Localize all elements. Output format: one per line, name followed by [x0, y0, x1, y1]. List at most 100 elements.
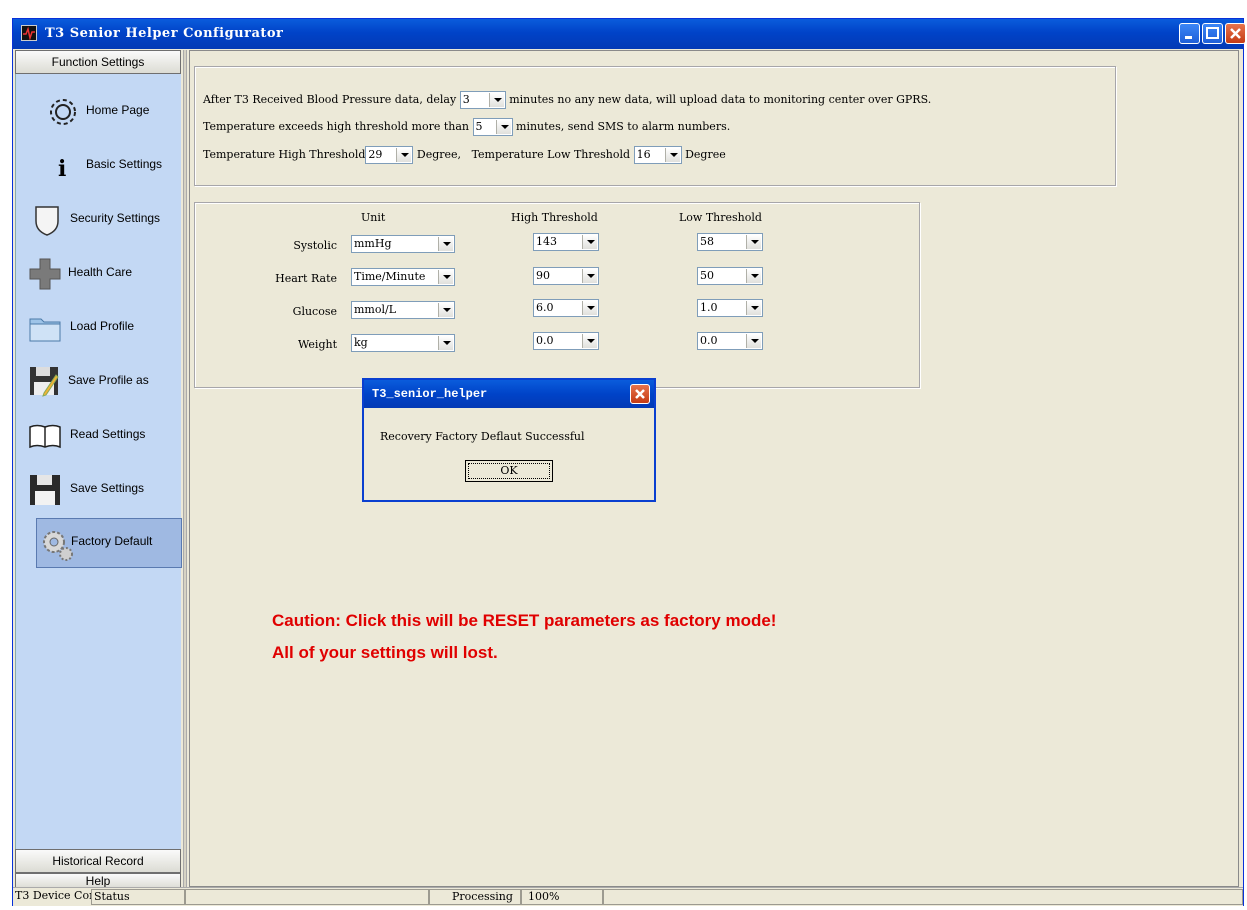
temp-high-select[interactable]: 29 [365, 146, 414, 164]
glucose-high-value: 6.0 [536, 301, 554, 314]
sidebar-item-factory-default[interactable]: Factory Default [36, 518, 182, 568]
heart-rate-low-value: 50 [700, 269, 714, 282]
dialog-title: T3_senior_helper [372, 387, 488, 401]
maximize-button[interactable] [1202, 23, 1223, 44]
chevron-down-icon[interactable] [438, 270, 453, 284]
weight-high-select[interactable]: 0.0 [533, 332, 599, 350]
sidebar-splitter[interactable] [183, 50, 187, 887]
dialog-message: Recovery Factory Deflaut Successful [380, 430, 585, 443]
temp-high-unit: Degree, [416, 148, 462, 161]
sidebar-item-save-profile-as[interactable]: Save Profile as [16, 356, 182, 406]
close-icon [635, 389, 645, 399]
close-button[interactable] [1225, 23, 1246, 44]
delay-value: 3 [462, 93, 470, 106]
status-label: Status [91, 889, 185, 905]
heart-rate-label: Heart Rate [275, 272, 337, 285]
chevron-down-icon[interactable] [746, 235, 761, 249]
ok-button[interactable]: OK [465, 460, 553, 482]
systolic-low-select[interactable]: 58 [697, 233, 763, 251]
minimize-button[interactable] [1179, 23, 1200, 44]
temp-minutes-select[interactable]: 5 [472, 118, 513, 136]
glucose-high-select[interactable]: 6.0 [533, 299, 599, 317]
sidebar-item-home-page[interactable]: Home Page [16, 86, 182, 136]
heart-rate-high-select[interactable]: 90 [533, 267, 599, 285]
shield-icon [35, 206, 59, 236]
chevron-down-icon[interactable] [664, 148, 680, 162]
status-bar: T3 Device Con Status Processing 100% [13, 887, 1243, 906]
sidebar-item-security-settings[interactable]: Security Settings [16, 194, 182, 244]
temp-low-unit: Degree [685, 148, 726, 161]
folder-icon [29, 318, 61, 342]
title-bar[interactable]: T3 Senior Helper Configurator [13, 19, 1246, 49]
systolic-label: Systolic [293, 239, 337, 252]
systolic-unit-select[interactable]: mmHg [351, 235, 455, 253]
glucose-low-value: 1.0 [700, 301, 718, 314]
glucose-unit-value: mmol/L [354, 303, 397, 316]
chevron-down-icon[interactable] [488, 93, 504, 107]
temp-minutes-label: Temperature exceeds high threshold more … [203, 120, 470, 133]
chevron-down-icon[interactable] [746, 301, 761, 315]
sidebar-item-label: Basic Settings [86, 157, 163, 171]
heart-rate-unit-value: Time/Minute [354, 270, 426, 283]
sidebar-item-label: Save Profile as [68, 373, 149, 387]
sidebar-item-label: Factory Default [71, 534, 153, 548]
high-threshold-header: High Threshold [511, 211, 598, 224]
chevron-down-icon[interactable] [582, 269, 597, 283]
info-icon: i [58, 156, 66, 182]
chevron-down-icon[interactable] [582, 301, 597, 315]
temp-high-label: Temperature High Threshold [203, 148, 366, 161]
status-message [185, 889, 429, 905]
glucose-low-select[interactable]: 1.0 [697, 299, 763, 317]
gears-icon [50, 99, 76, 125]
gears-reset-icon [43, 531, 73, 561]
function-settings-header[interactable]: Function Settings [15, 50, 181, 74]
caution-line-1: Caution: Click this will be RESET parame… [272, 611, 777, 630]
chevron-down-icon[interactable] [438, 303, 453, 317]
caution-line-2: All of your settings will lost. [272, 643, 498, 662]
temp-high-value: 29 [368, 148, 383, 161]
app-heartbeat-icon [21, 25, 37, 41]
systolic-low-value: 58 [700, 235, 714, 248]
sidebar-item-read-settings[interactable]: Read Settings [16, 410, 182, 460]
chevron-down-icon[interactable] [582, 235, 597, 249]
systolic-unit-value: mmHg [354, 237, 392, 250]
delay-row: After T3 Received Blood Pressure data, d… [203, 91, 931, 109]
sidebar-item-label: Security Settings [70, 211, 161, 225]
temp-low-value: 16 [636, 148, 651, 161]
chevron-down-icon[interactable] [396, 148, 412, 162]
weight-label: Weight [298, 338, 337, 351]
heart-rate-unit-select[interactable]: Time/Minute [351, 268, 455, 286]
floppy-disk-icon [30, 475, 60, 505]
sidebar-item-basic-settings[interactable]: i Basic Settings [16, 140, 182, 190]
heart-rate-low-select[interactable]: 50 [697, 267, 763, 285]
chevron-down-icon[interactable] [438, 237, 453, 251]
delay-select[interactable]: 3 [459, 91, 506, 109]
weight-unit-select[interactable]: kg [351, 334, 455, 352]
chevron-down-icon[interactable] [582, 334, 597, 348]
sidebar-item-health-care[interactable]: Health Care [16, 248, 182, 298]
sidebar-list: Home Page i Basic Settings Security Sett… [15, 74, 182, 849]
chevron-down-icon[interactable] [746, 269, 761, 283]
glucose-unit-select[interactable]: mmol/L [351, 301, 455, 319]
gprs-settings-group: After T3 Received Blood Pressure data, d… [194, 66, 1116, 186]
delay-suffix: minutes no any new data, will upload dat… [509, 93, 932, 106]
temp-minutes-value: 5 [475, 120, 483, 133]
sidebar-item-load-profile[interactable]: Load Profile [16, 302, 182, 352]
temp-low-select[interactable]: 16 [633, 146, 682, 164]
weight-low-value: 0.0 [700, 334, 718, 347]
sidebar-item-label: Read Settings [70, 427, 146, 441]
progress-percent: 100% [521, 889, 603, 905]
weight-high-value: 0.0 [536, 334, 554, 347]
delay-label: After T3 Received Blood Pressure data, d… [203, 93, 457, 106]
sidebar: Function Settings Home Page i Basic Sett… [15, 50, 182, 889]
glucose-label: Glucose [292, 305, 337, 318]
chevron-down-icon[interactable] [438, 336, 453, 350]
systolic-high-select[interactable]: 143 [533, 233, 599, 251]
weight-low-select[interactable]: 0.0 [697, 332, 763, 350]
chevron-down-icon[interactable] [495, 120, 511, 134]
historical-record-header[interactable]: Historical Record [15, 849, 181, 873]
sidebar-item-save-settings[interactable]: Save Settings [16, 464, 182, 514]
dialog-title-bar[interactable]: T3_senior_helper [364, 380, 654, 408]
chevron-down-icon[interactable] [746, 334, 761, 348]
dialog-close-button[interactable] [630, 384, 650, 404]
